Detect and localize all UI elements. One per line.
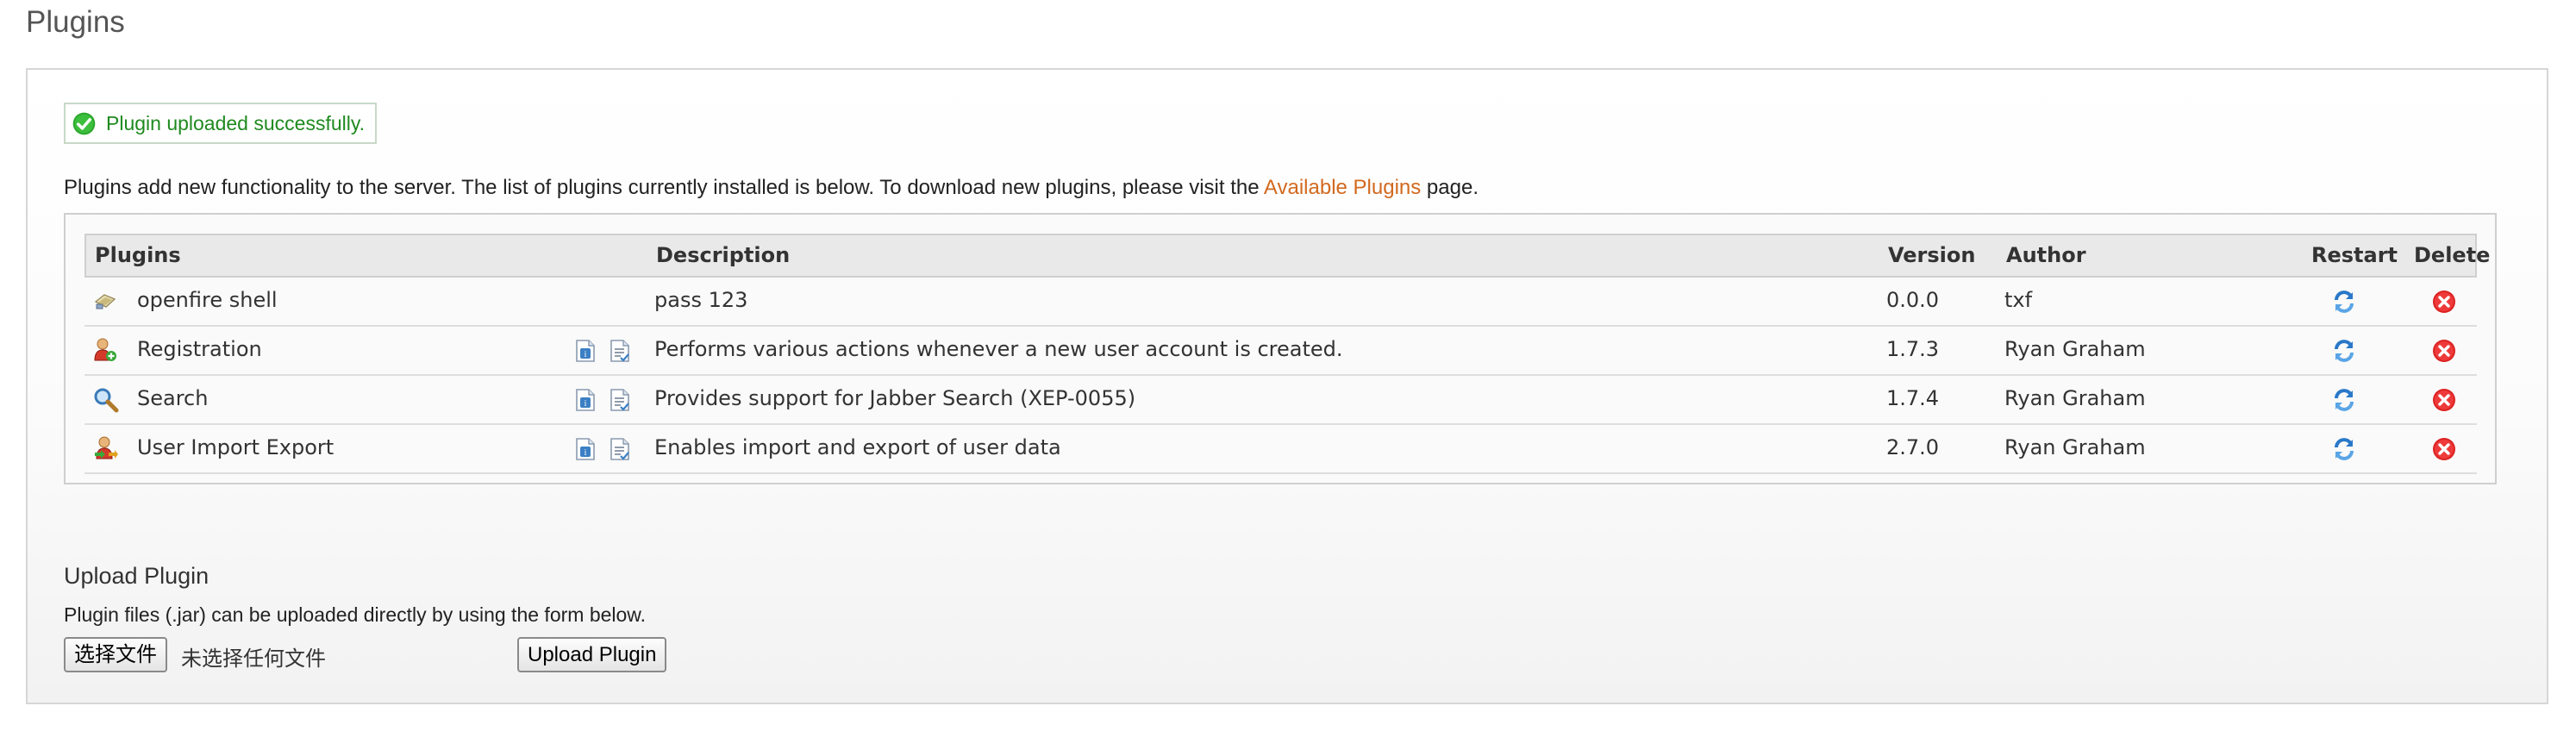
delete-icon[interactable] (2431, 387, 2457, 413)
upload-section-title: Upload Plugin (64, 563, 209, 589)
plugin-version: 1.7.3 (1886, 337, 1940, 361)
page-title: Plugins (26, 5, 125, 39)
plugins-panel: Plugin uploaded successfully. Plugins ad… (26, 68, 2548, 704)
intro-text-after: page. (1421, 176, 1479, 199)
success-alert: Plugin uploaded successfully. (64, 103, 378, 144)
delete-icon[interactable] (2431, 436, 2457, 462)
upload-description: Plugin files (.jar) can be uploaded dire… (64, 603, 647, 626)
table-row: Search i Provides support for Jabber Sea… (84, 376, 2477, 425)
plugin-version: 1.7.4 (1886, 386, 1940, 410)
readme-doc-icon[interactable]: i (574, 388, 597, 412)
header-plugins: Plugins (95, 243, 181, 267)
upload-plugin-button[interactable]: Upload Plugin (517, 637, 667, 672)
restart-icon[interactable] (2331, 436, 2357, 462)
plugin-author: Ryan Graham (2004, 337, 2146, 361)
changelog-doc-icon[interactable] (609, 388, 631, 412)
file-status-text: 未选择任何文件 (181, 647, 326, 671)
delete-icon[interactable] (2431, 338, 2457, 364)
svg-text:i: i (585, 350, 587, 359)
header-version: Version (1888, 243, 1976, 267)
plugin-description: Performs various actions whenever a new … (654, 337, 1343, 361)
plugin-name: Registration (137, 337, 262, 361)
restart-icon[interactable] (2331, 387, 2357, 413)
readme-doc-icon[interactable]: i (574, 339, 597, 363)
plugin-name: openfire shell (137, 288, 278, 312)
magnifier-icon (94, 388, 119, 413)
success-message: Plugin uploaded successfully. (106, 111, 366, 134)
plugin-description: Enables import and export of user data (654, 435, 1061, 459)
table-row: openfire shell pass 123 0.0.0 txf (84, 278, 2477, 327)
plugin-author: Ryan Graham (2004, 435, 2146, 459)
plugin-author: Ryan Graham (2004, 386, 2146, 410)
restart-icon[interactable] (2331, 289, 2357, 315)
plugin-name: Search (137, 386, 209, 410)
svg-text:i: i (585, 399, 587, 409)
readme-doc-icon[interactable]: i (574, 437, 597, 461)
plugin-author: txf (2004, 288, 2033, 312)
table-row: Registration i Performs various actions … (84, 327, 2477, 376)
table-row: User Import Export i Enables import and … (84, 425, 2477, 474)
plugins-table-box: Plugins Description Version Author Resta… (64, 213, 2497, 484)
changelog-doc-icon[interactable] (609, 339, 631, 363)
restart-icon[interactable] (2331, 338, 2357, 364)
plugin-version: 0.0.0 (1886, 288, 1940, 312)
table-header: Plugins Description Version Author Resta… (84, 234, 2490, 278)
header-delete: Delete (2414, 243, 2491, 267)
plugin-description: Provides support for Jabber Search (XEP-… (654, 386, 1136, 410)
intro-text: Plugins add new functionality to the ser… (64, 176, 1479, 200)
choose-file-button[interactable]: 选择文件 (64, 637, 167, 672)
svg-text:i: i (585, 448, 587, 458)
plugin-description: pass 123 (654, 288, 748, 312)
plugin-version: 2.7.0 (1886, 435, 1940, 459)
user-add-icon (94, 338, 116, 361)
changelog-doc-icon[interactable] (609, 437, 631, 461)
plugin-icon (94, 294, 116, 309)
check-circle-icon (72, 112, 96, 134)
header-restart: Restart (2311, 243, 2398, 267)
delete-icon[interactable] (2431, 289, 2457, 315)
header-author: Author (2006, 243, 2086, 267)
intro-text-before: Plugins add new functionality to the ser… (64, 176, 1264, 199)
header-description: Description (656, 243, 791, 267)
user-import-icon (95, 436, 118, 459)
plugins-table: Plugins Description Version Author Resta… (84, 234, 2490, 474)
available-plugins-link[interactable]: Available Plugins (1264, 176, 1421, 199)
plugin-name: User Import Export (137, 435, 335, 459)
